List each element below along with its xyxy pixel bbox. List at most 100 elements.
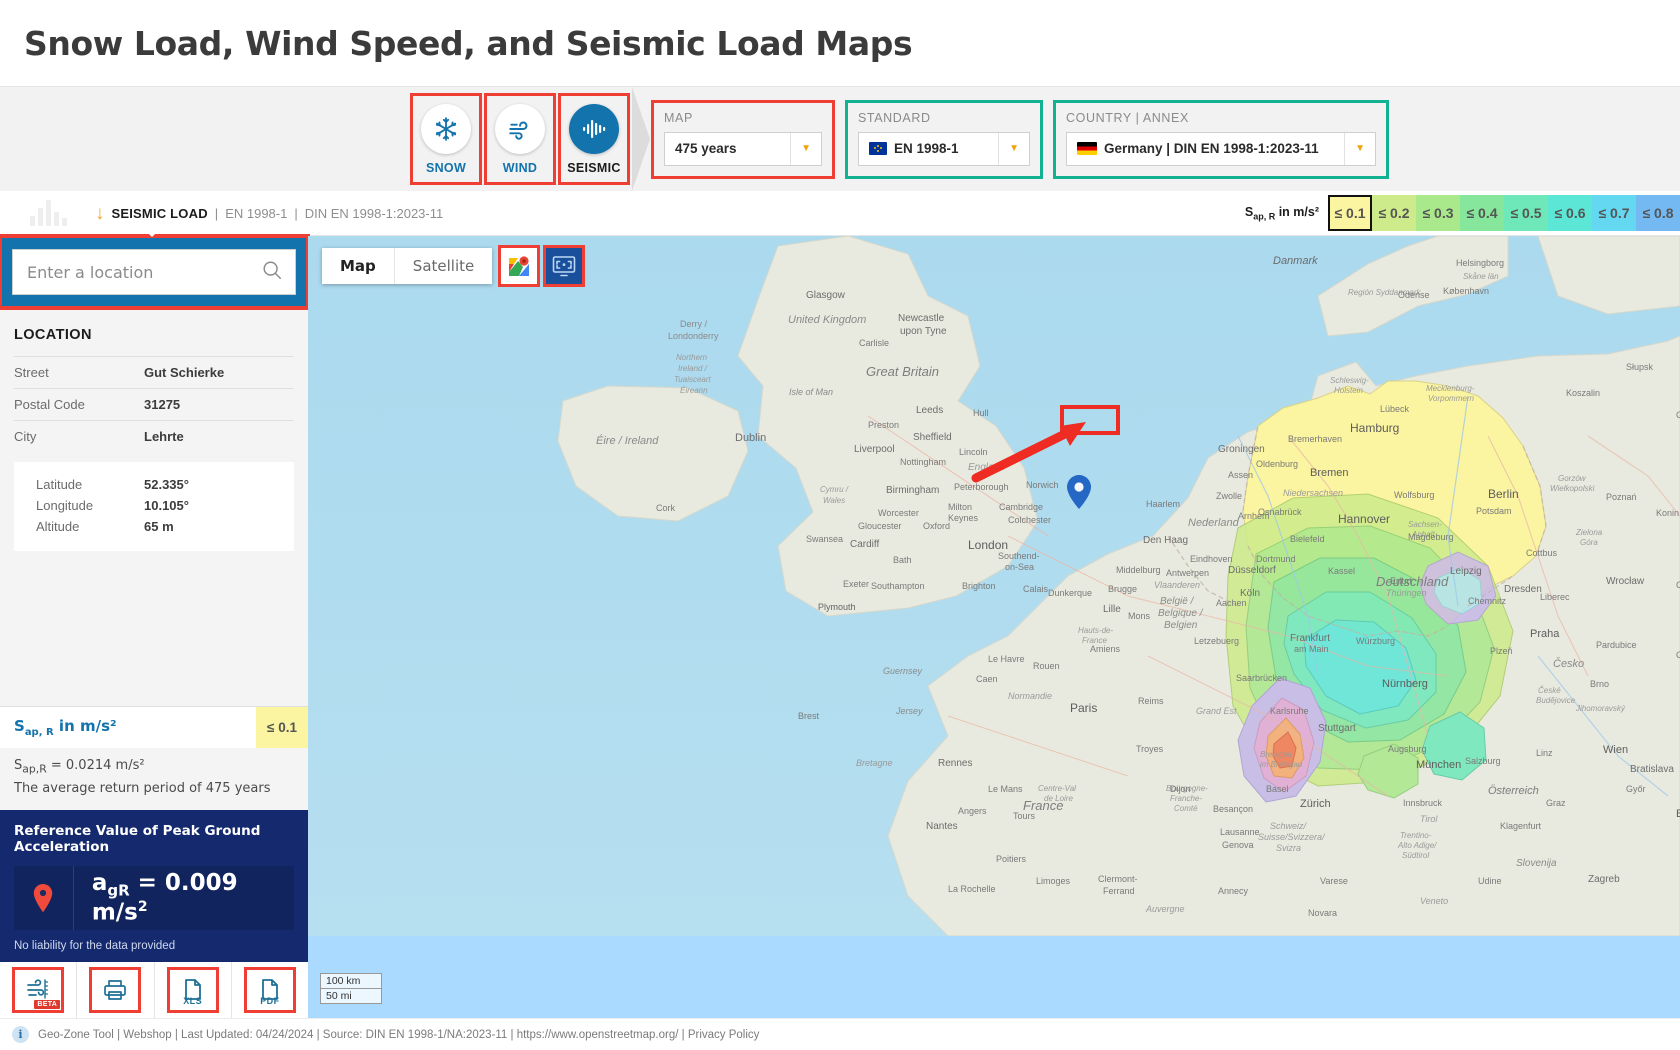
legend-cell-1[interactable]: ≤ 0.2 (1372, 195, 1416, 231)
geo-value: 10.105° (144, 498, 189, 513)
down-arrow-icon: ↓ (95, 204, 105, 223)
scale-km: 100 km (320, 973, 382, 989)
action-print[interactable] (77, 962, 154, 1018)
info-icon[interactable]: i (12, 1026, 29, 1043)
map-canvas[interactable] (308, 236, 1680, 936)
map-pin-icon (14, 866, 74, 930)
location-key: Postal Code (14, 397, 144, 412)
location-key: City (14, 429, 144, 444)
tab-map[interactable]: Map (322, 248, 394, 284)
map-period-label: MAP (664, 111, 822, 125)
breadcrumb-current: SEISMIC LOAD (112, 206, 208, 221)
footer-links[interactable]: Geo-Zone Tool | Webshop | Last Updated: … (38, 1029, 759, 1041)
action-beta-data[interactable]: BETA (0, 962, 77, 1018)
footer-link[interactable]: Geo-Zone Tool (38, 1029, 114, 1041)
xls-label: XLS (170, 996, 216, 1006)
result-unit: in m/s² (54, 717, 117, 735)
legend-symbol-sub: ap, R (1253, 211, 1275, 221)
agr-panel: Reference Value of Peak Ground Accelerat… (0, 810, 308, 962)
sidebar: LOCATION StreetGut SchierkePostal Code31… (0, 236, 308, 1018)
legend-title: Sap, R in m/s² (1245, 205, 1319, 222)
legend-cell-7[interactable]: ≤ 0.8 (1636, 195, 1680, 231)
standard-label: STANDARD (858, 111, 1030, 125)
footer-link[interactable]: Source: DIN EN 1998-1/NA:2023-11 (323, 1029, 508, 1041)
map-scale: 100 km 50 mi (320, 973, 382, 1004)
printer-icon[interactable] (92, 970, 138, 1010)
agr-symbol: a (92, 870, 108, 896)
country-annex-label: COUNTRY | ANNEX (1066, 111, 1376, 125)
legend-cell-5[interactable]: ≤ 0.6 (1548, 195, 1592, 231)
map-controls: Map Satellite (322, 248, 582, 284)
map-type-toggle: Map Satellite (322, 248, 492, 284)
search-box[interactable] (12, 249, 296, 295)
footer-link[interactable]: Last Updated: 04/24/2024 (181, 1029, 313, 1041)
breadcrumb-standard: EN 1998-1 (225, 206, 287, 221)
location-key: Street (14, 365, 144, 380)
search-input[interactable] (25, 262, 261, 283)
control-bar: SNOW WIND (0, 86, 1680, 191)
breadcrumb-sep-1: | (215, 206, 218, 221)
result-symbol: S (14, 717, 25, 735)
geo-key: Latitude (36, 477, 144, 492)
map-period-dropdown[interactable]: 475 years ▼ (664, 132, 822, 166)
mode-button-wind[interactable]: WIND (486, 95, 554, 183)
result-range-chip: ≤ 0.1 (256, 707, 308, 748)
mode-button-snow[interactable]: SNOW (412, 95, 480, 183)
country-annex-value: Germany | DIN EN 1998-1:2023-11 (1104, 141, 1319, 156)
standard-value: EN 1998-1 (894, 141, 959, 156)
action-export-xls[interactable]: XLS (155, 962, 232, 1018)
map-viewport[interactable]: DanmarkHelsingborgKøbenhavnLiepājaSkåne … (308, 236, 1680, 1018)
action-export-pdf[interactable]: PDF (232, 962, 308, 1018)
eu-flag-icon (869, 142, 887, 155)
mode-label-wind: WIND (503, 161, 538, 175)
result-header: Sap, R in m/s² ≤ 0.1 (0, 706, 308, 748)
breadcrumb-legend-strip: ↓ SEISMIC LOAD | EN 1998-1 | DIN EN 1998… (0, 191, 1680, 236)
result-symbol-label: Sap, R in m/s² (14, 717, 117, 738)
geo-coordinates-block: Latitude52.335°Longitude10.105°Altitude6… (14, 462, 294, 551)
legend: Sap, R in m/s² ≤ 0.1≤ 0.2≤ 0.3≤ 0.4≤ 0.5… (1245, 191, 1680, 235)
location-row: Postal Code31275 (14, 388, 294, 420)
agr-unit-exp: 2 (138, 899, 148, 915)
location-table: StreetGut SchierkePostal Code31275CityLe… (0, 356, 308, 452)
geo-value: 65 m (144, 519, 174, 534)
country-annex-dropdown[interactable]: Germany | DIN EN 1998-1:2023-11 ▼ (1066, 132, 1376, 166)
fullscreen-icon[interactable] (546, 248, 582, 284)
divider-chevron (632, 87, 650, 191)
search-icon[interactable] (261, 259, 283, 286)
pdf-file-icon[interactable]: PDF (247, 970, 293, 1010)
footer-link[interactable]: Webshop (123, 1029, 171, 1041)
legend-cell-6[interactable]: ≤ 0.7 (1592, 195, 1636, 231)
location-heading: LOCATION (0, 308, 308, 356)
wind-data-beta-icon[interactable]: BETA (15, 970, 61, 1010)
result-symbol-sub: ap, R (25, 727, 54, 738)
agr-value-box: agR = 0.009 m/s2 (14, 866, 294, 930)
legend-cell-2[interactable]: ≤ 0.3 (1416, 195, 1460, 231)
legend-cell-3[interactable]: ≤ 0.4 (1460, 195, 1504, 231)
footer-separator: | (172, 1029, 181, 1041)
footer-link[interactable]: https://www.openstreetmap.org/ (517, 1029, 679, 1041)
agr-value: agR = 0.009 m/s2 (74, 870, 294, 926)
google-maps-icon[interactable] (501, 248, 537, 284)
geo-row: Longitude10.105° (36, 495, 294, 516)
agr-symbol-sub: gR (107, 881, 129, 899)
action-toolbar: BETA XLS (0, 962, 308, 1018)
legend-cell-4[interactable]: ≤ 0.5 (1504, 195, 1548, 231)
mode-button-seismic[interactable]: SEISMIC (560, 95, 628, 183)
tab-satellite[interactable]: Satellite (394, 248, 492, 284)
geo-key: Altitude (36, 519, 144, 534)
legend-scale: ≤ 0.1≤ 0.2≤ 0.3≤ 0.4≤ 0.5≤ 0.6≤ 0.7≤ 0.8 (1328, 195, 1680, 231)
country-value-wrap: Germany | DIN EN 1998-1:2023-11 (1067, 141, 1329, 156)
legend-cell-0[interactable]: ≤ 0.1 (1328, 195, 1372, 231)
page-header: Snow Load, Wind Speed, and Seismic Load … (0, 0, 1680, 86)
scale-mi: 50 mi (320, 989, 382, 1004)
standard-dropdown[interactable]: EN 1998-1 ▼ (858, 132, 1030, 166)
chevron-down-icon: ▼ (998, 133, 1029, 165)
footer-link[interactable]: Privacy Policy (688, 1029, 760, 1041)
footer: i Geo-Zone Tool | Webshop | Last Updated… (0, 1018, 1680, 1050)
xls-file-icon[interactable]: XLS (170, 970, 216, 1010)
legend-symbol: S (1245, 205, 1253, 219)
footer-separator: | (114, 1029, 123, 1041)
legend-unit: in m/s² (1275, 205, 1319, 219)
main-area: LOCATION StreetGut SchierkePostal Code31… (0, 236, 1680, 1018)
search-panel (0, 236, 308, 308)
